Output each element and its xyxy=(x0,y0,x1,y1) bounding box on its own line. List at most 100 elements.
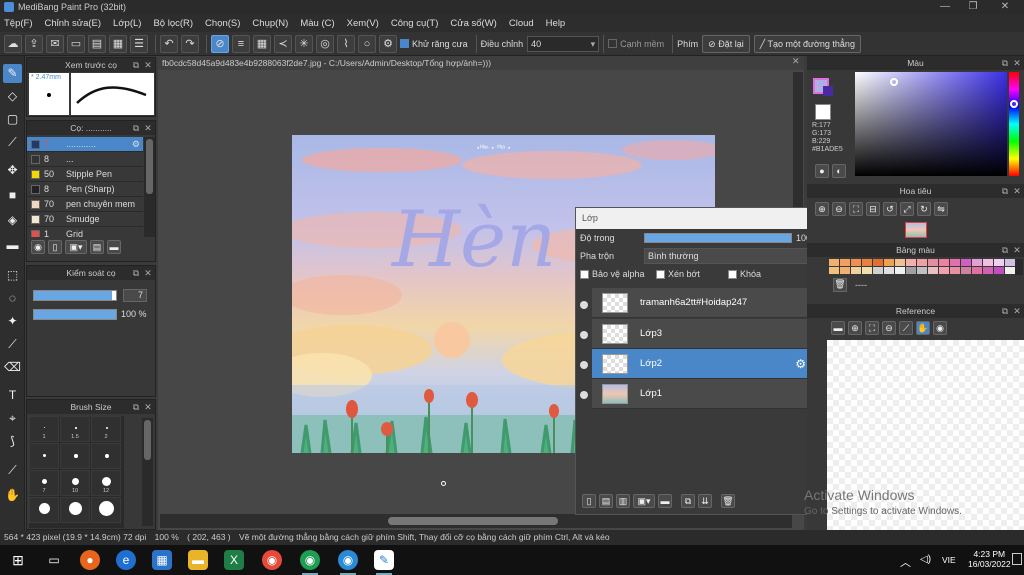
concentric-icon[interactable]: ◎ xyxy=(316,34,334,53)
palette-swatch[interactable] xyxy=(928,259,938,266)
menu-cloud[interactable]: Cloud xyxy=(509,18,534,29)
panel-close-icon[interactable]: ✕ xyxy=(143,58,153,72)
scrollbar-thumb[interactable] xyxy=(146,139,153,194)
curve-ruler-icon[interactable]: ⌇ xyxy=(337,34,355,53)
add-brush-icon[interactable]: ◉ xyxy=(31,240,45,254)
rectangle-tool-icon[interactable]: ▢ xyxy=(3,110,22,129)
transparent-color-swatch[interactable] xyxy=(815,104,831,120)
no-ruler-icon[interactable]: ⊘ xyxy=(211,34,229,53)
menu-file[interactable]: Tệp(F) xyxy=(4,18,33,29)
settings-icon[interactable]: ◉ xyxy=(933,321,947,335)
palette-swatch[interactable] xyxy=(972,267,982,274)
chrome-profile-2-icon[interactable]: ◉ xyxy=(338,550,358,575)
layer-row[interactable]: Lớp3 xyxy=(592,319,810,349)
file-explorer-icon[interactable]: ▬ xyxy=(188,550,208,570)
merge-layer-icon[interactable]: ⇊ xyxy=(698,494,712,508)
scrollbar-thumb[interactable] xyxy=(144,420,151,460)
layer-row[interactable]: tramanh6a2tt#Hoidap247 xyxy=(592,288,810,318)
lasso-icon[interactable]: ◌ xyxy=(3,289,22,308)
brush-size-cell[interactable]: 12 xyxy=(91,470,121,496)
gear-icon[interactable]: ⚙ xyxy=(795,357,806,371)
palette-swatch[interactable] xyxy=(983,267,993,274)
operation-tool-icon[interactable]: ⌖ xyxy=(3,409,22,428)
undock-icon[interactable]: ⧉ xyxy=(1000,243,1010,257)
close-button[interactable]: ✕ xyxy=(990,0,1020,14)
undock-icon[interactable]: ⧉ xyxy=(1000,56,1010,70)
delete-palette-icon[interactable]: 🗑 xyxy=(833,278,847,292)
text-tool-icon[interactable]: T xyxy=(3,386,22,405)
panel-close-icon[interactable]: ✕ xyxy=(1012,56,1022,70)
brush-size-cell[interactable] xyxy=(60,497,90,523)
chat-icon[interactable]: ✉ xyxy=(46,34,64,53)
store-icon[interactable]: ▦ xyxy=(152,550,172,570)
task-view-icon[interactable]: ▭ xyxy=(44,550,64,570)
brush-tool-icon[interactable]: ✎ xyxy=(3,64,22,83)
fit-icon[interactable]: ⛶ xyxy=(849,202,863,216)
palette-swatch[interactable] xyxy=(862,259,872,266)
grid-ruler-icon[interactable]: ▦ xyxy=(253,34,271,53)
select-rect-icon[interactable]: ⬚ xyxy=(3,266,22,285)
menu-filter[interactable]: Bộ lọc(R) xyxy=(153,18,193,29)
eye-icon[interactable] xyxy=(580,391,588,399)
document-icon[interactable]: ▤ xyxy=(88,34,106,53)
circle-ruler-icon[interactable]: ○ xyxy=(358,34,376,53)
palette-swatch[interactable] xyxy=(928,267,938,274)
zoom-in-icon[interactable]: ⊕ xyxy=(848,321,862,335)
palette-swatch[interactable] xyxy=(829,267,839,274)
medibang-icon[interactable]: ✎ xyxy=(374,550,394,575)
panel-close-icon[interactable]: ✕ xyxy=(1012,243,1022,257)
folder-icon[interactable]: ▬ xyxy=(658,494,672,508)
palette-swatch[interactable] xyxy=(950,267,960,274)
volume-icon[interactable]: ◁) xyxy=(920,554,931,565)
eye-icon[interactable] xyxy=(580,301,588,309)
fill-rect-icon[interactable]: ■ xyxy=(3,186,22,205)
palette-swatch[interactable] xyxy=(994,267,1004,274)
grid-doc-icon[interactable]: ▦ xyxy=(109,34,127,53)
palette-swatch[interactable] xyxy=(906,267,916,274)
reset-button[interactable]: ⊘ Đặt lại xyxy=(702,34,750,53)
palette-swatch[interactable] xyxy=(884,259,894,266)
color-settings-icon[interactable]: ◐ xyxy=(832,164,846,178)
menu-view[interactable]: Xem(V) xyxy=(347,18,379,29)
palette-swatch[interactable] xyxy=(1005,259,1015,266)
layer-row[interactable]: Lớp1 xyxy=(592,379,810,409)
eye-icon[interactable] xyxy=(580,331,588,339)
palette-swatch[interactable] xyxy=(873,259,883,266)
brush-opacity-slider[interactable] xyxy=(33,309,117,320)
fit-icon[interactable]: ⛶ xyxy=(865,321,879,335)
palette-swatch[interactable] xyxy=(939,267,949,274)
palette-swatch[interactable] xyxy=(840,259,850,266)
layer-row-selected[interactable]: Lớp2 ⚙ xyxy=(592,349,810,379)
undock-icon[interactable]: ⧉ xyxy=(131,266,141,280)
chrome-profile-icon[interactable]: ◉ xyxy=(300,550,320,575)
new-halftone-layer-icon[interactable]: ▤ xyxy=(599,494,613,508)
palette-swatch[interactable] xyxy=(917,267,927,274)
palette-swatch[interactable] xyxy=(895,267,905,274)
select-eraser-icon[interactable]: ⌫ xyxy=(3,358,22,377)
gradient-tool-icon[interactable]: ▬ xyxy=(3,236,22,255)
bucket-tool-icon[interactable]: ◈ xyxy=(3,211,22,230)
zoom-out-icon[interactable]: ⊖ xyxy=(832,202,846,216)
brush-item[interactable]: 7............ ⚙ xyxy=(27,137,143,152)
palette-swatch[interactable] xyxy=(851,259,861,266)
comment-icon[interactable]: ▭ xyxy=(67,34,85,53)
list-icon[interactable]: ☰ xyxy=(130,34,148,53)
document-tab[interactable]: fb0cdc58d45a9d483e4b9288063f2de7.jpg - C… xyxy=(158,56,804,70)
excel-icon[interactable]: X xyxy=(224,550,244,570)
palette-swatch[interactable] xyxy=(994,259,1004,266)
brush-size-cell[interactable] xyxy=(60,443,90,469)
palette-swatch[interactable] xyxy=(939,259,949,266)
palette-swatch[interactable] xyxy=(972,259,982,266)
clock[interactable]: 4:23 PM 16/03/2022 xyxy=(968,549,1011,569)
brush-size-cell[interactable]: 2 xyxy=(91,416,121,442)
panel-close-icon[interactable]: ✕ xyxy=(143,400,153,414)
horizontal-scrollbar[interactable] xyxy=(160,514,792,528)
brush-item[interactable]: 70 Smudge xyxy=(27,212,143,227)
brush-size-scrollbar[interactable] xyxy=(142,418,153,526)
palette-swatch[interactable] xyxy=(862,267,872,274)
scrollbar-thumb[interactable] xyxy=(388,517,558,525)
chrome-icon[interactable]: ◉ xyxy=(262,550,282,570)
parallel-ruler-icon[interactable]: ≡ xyxy=(232,34,250,53)
document-close-icon[interactable]: ✕ xyxy=(792,56,804,70)
color-mode-icon[interactable]: ● xyxy=(815,164,829,178)
